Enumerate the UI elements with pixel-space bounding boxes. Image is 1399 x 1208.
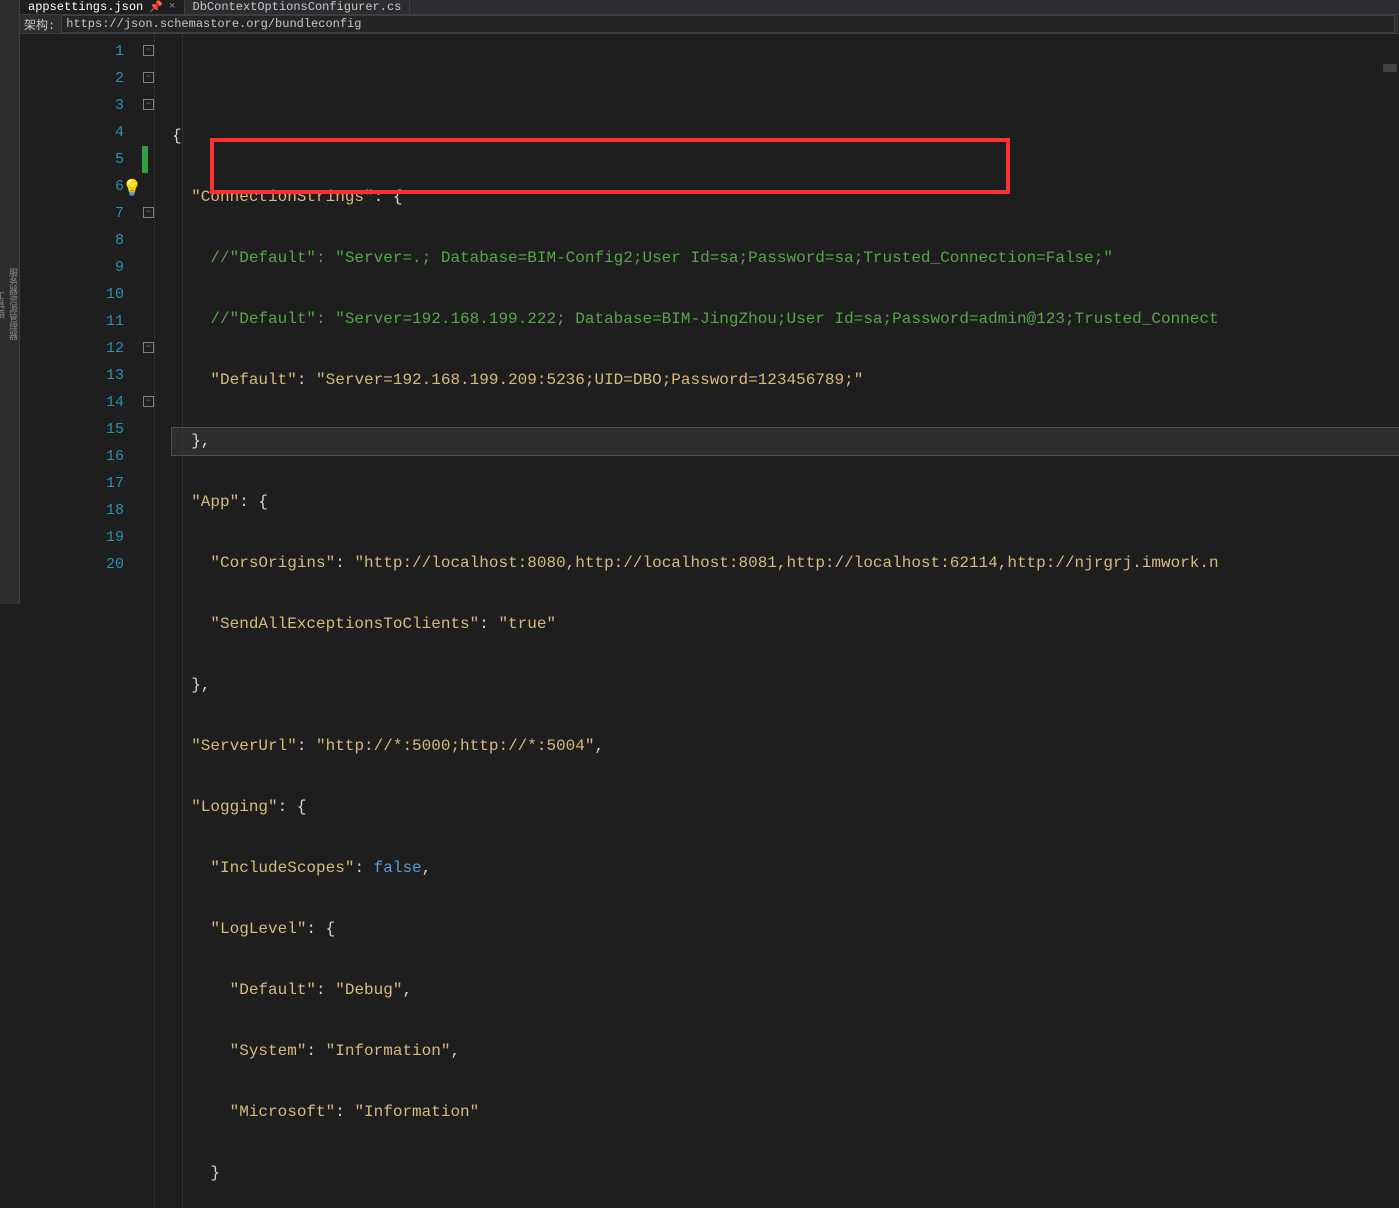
line-number: 5: [20, 146, 140, 173]
line-number-gutter: 1− 2− 3− 4 5 6💡 7− 8 9 10 11 12− 13 14− …: [20, 34, 140, 1208]
code-content[interactable]: { "ConnectionStrings": { //"Default": "S…: [140, 34, 1399, 1208]
line-number: 13: [20, 362, 140, 389]
code-line: "Default": "Debug",: [172, 977, 1399, 1004]
schema-bar: 架构:: [20, 15, 1399, 34]
line-number: 12−: [20, 335, 140, 362]
line-number: 9: [20, 254, 140, 281]
line-number: 19: [20, 524, 140, 551]
code-editor[interactable]: 1− 2− 3− 4 5 6💡 7− 8 9 10 11 12− 13 14− …: [20, 34, 1399, 1208]
line-number: 4: [20, 119, 140, 146]
side-toolbox-panel[interactable]: 服务器资源管理器 工具箱: [0, 0, 20, 604]
editor-tab-bar: appsettings.json 📌 × DbContextOptionsCon…: [20, 0, 1399, 15]
indent-guide: [154, 34, 155, 1208]
close-icon[interactable]: ×: [169, 1, 176, 13]
line-number: 20: [20, 551, 140, 578]
tab-label: DbContextOptionsConfigurer.cs: [193, 0, 402, 14]
side-label-2[interactable]: 工具箱: [0, 289, 6, 320]
code-line: {: [172, 123, 1399, 150]
side-label-1[interactable]: 服务器资源管理器: [6, 266, 19, 342]
code-line: "ConnectionStrings": {: [172, 184, 1399, 211]
line-number: 6💡: [20, 173, 140, 200]
line-number: 11: [20, 308, 140, 335]
line-number: 8: [20, 227, 140, 254]
code-line: "CorsOrigins": "http://localhost:8080,ht…: [172, 550, 1399, 577]
code-line: "ServerUrl": "http://*:5000;http://*:500…: [172, 733, 1399, 760]
line-number: 14−: [20, 389, 140, 416]
scrollbar-thumb[interactable]: [1383, 64, 1397, 72]
code-line: "App": {: [172, 489, 1399, 516]
code-line: "Logging": {: [172, 794, 1399, 821]
line-number: 16: [20, 443, 140, 470]
schema-label: 架构:: [24, 16, 55, 33]
code-line: //"Default": "Server=192.168.199.222; Da…: [172, 306, 1399, 333]
line-number: 7−: [20, 200, 140, 227]
line-number: 1−: [20, 38, 140, 65]
code-line: "IncludeScopes": false,: [172, 855, 1399, 882]
tab-appsettings[interactable]: appsettings.json 📌 ×: [20, 0, 185, 14]
code-line-current: },: [172, 428, 1399, 455]
line-number: 18: [20, 497, 140, 524]
code-line: "LogLevel": {: [172, 916, 1399, 943]
line-number: 3−: [20, 92, 140, 119]
schema-input[interactable]: [61, 15, 1395, 33]
code-line: },: [172, 672, 1399, 699]
line-number: 15: [20, 416, 140, 443]
code-line: "SendAllExceptionsToClients": "true": [172, 611, 1399, 638]
code-line: "Microsoft": "Information": [172, 1099, 1399, 1126]
lightbulb-icon[interactable]: 💡: [122, 176, 142, 203]
code-line: //"Default": "Server=.; Database=BIM-Con…: [172, 245, 1399, 272]
tab-label: appsettings.json: [28, 0, 143, 14]
code-line: }: [172, 1160, 1399, 1187]
pin-icon[interactable]: 📌: [149, 0, 163, 14]
line-number: 10: [20, 281, 140, 308]
tab-dbcontext[interactable]: DbContextOptionsConfigurer.cs: [185, 0, 411, 14]
code-line: "System": "Information",: [172, 1038, 1399, 1065]
line-number: 2−: [20, 65, 140, 92]
line-number: 17: [20, 470, 140, 497]
code-line: "Default": "Server=192.168.199.209:5236;…: [172, 367, 1399, 394]
